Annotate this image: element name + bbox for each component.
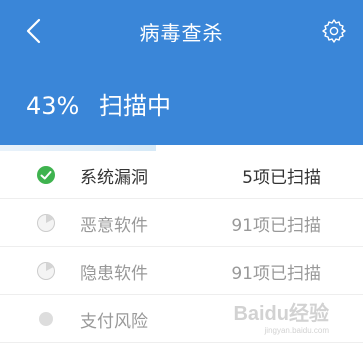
scan-item-name: 系统漏洞 [80, 168, 148, 188]
scan-item-count: 5项已扫描 [242, 168, 321, 188]
scan-item-name: 隐患软件 [80, 264, 148, 284]
watermark-subtext: jingyan.baidu.com [264, 326, 329, 335]
dot-icon [36, 309, 56, 329]
scan-item-count: 91项已扫描 [231, 216, 321, 236]
scan-item-row: 恶意软件 91项已扫描 [0, 199, 363, 247]
scan-item-name: 恶意软件 [80, 216, 148, 236]
scan-item-count: 91项已扫描 [231, 264, 321, 284]
scan-item-row: 系统漏洞 5项已扫描 [0, 151, 363, 199]
scan-item-row: 隐患软件 91项已扫描 [0, 247, 363, 295]
gear-icon [322, 19, 346, 43]
scan-status: 43% 扫描中 [26, 86, 171, 121]
watermark-text: Baidu经验 [233, 303, 329, 325]
header-bar: 病毒查杀 43% 扫描中 [0, 0, 363, 145]
scan-status-label: 扫描中 [98, 92, 171, 120]
scan-item-name: 支付风险 [80, 312, 148, 332]
spinner-icon [36, 261, 56, 281]
spinner-icon [36, 213, 56, 233]
settings-button[interactable] [321, 18, 347, 44]
scan-percent: 43% [26, 92, 80, 120]
watermark: Baidu经验 jingyan.baidu.com [233, 297, 329, 335]
check-circle-icon [36, 165, 56, 185]
page-title: 病毒查杀 [139, 21, 224, 45]
